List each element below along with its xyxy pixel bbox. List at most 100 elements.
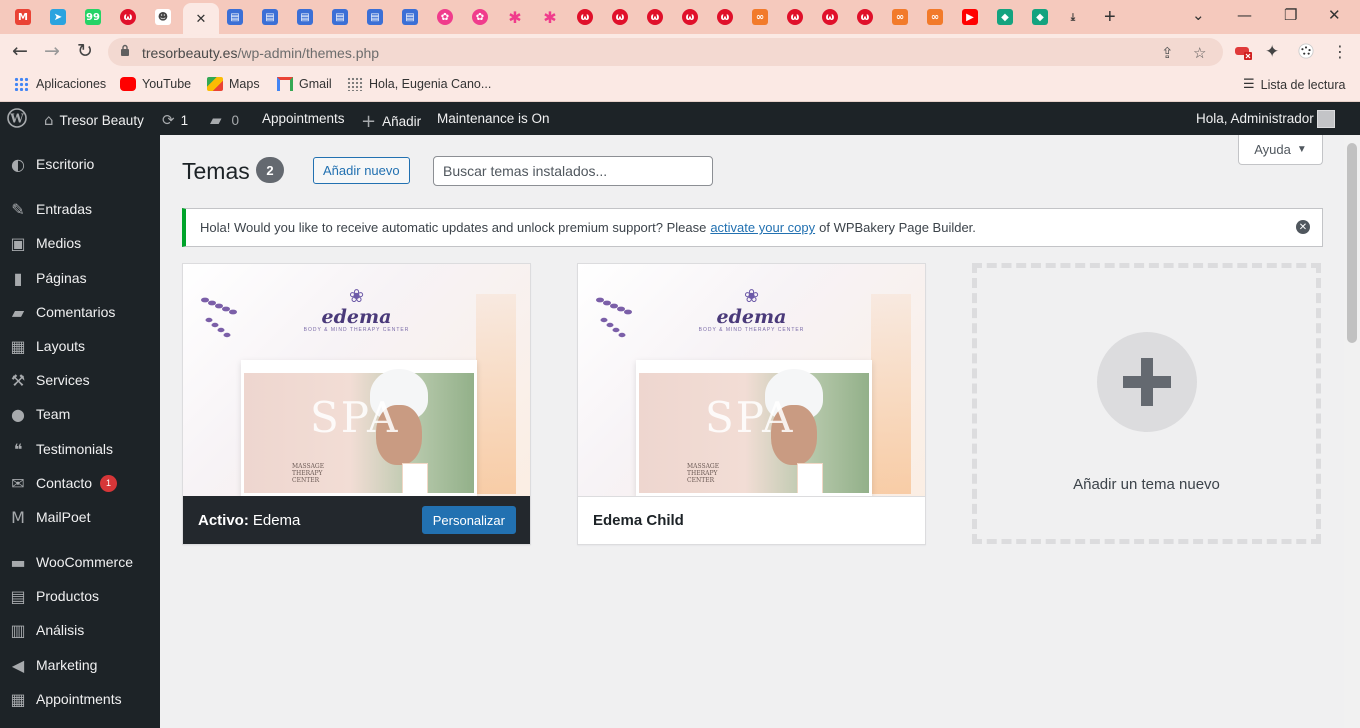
sidebar-item-productos[interactable]: ▤ Productos: [0, 579, 160, 613]
dismiss-notice-icon[interactable]: ✕: [1296, 220, 1310, 234]
scrollbar-thumb[interactable]: [1347, 143, 1357, 343]
browser-tab[interactable]: ω: [640, 4, 670, 30]
bookmark-item[interactable]: Hola, Eugenia Cano...: [347, 77, 491, 91]
sidebar-item-mailpoet[interactable]: M MailPoet: [0, 500, 160, 534]
w-app-icon: ω: [822, 9, 838, 25]
sidebar-item-contacto[interactable]: ✉ Contacto 1: [0, 466, 160, 500]
browser-tab[interactable]: ω: [605, 4, 635, 30]
maximize-icon[interactable]: ❐: [1284, 6, 1297, 24]
browser-tab[interactable]: ▤: [360, 4, 390, 30]
bookmark-item[interactable]: YouTube: [120, 77, 191, 91]
browser-tab[interactable]: ➤: [43, 4, 73, 30]
appointments-link[interactable]: Appointments: [262, 111, 345, 126]
reading-list[interactable]: ☰ Lista de lectura: [1243, 77, 1345, 92]
extension-red-icon[interactable]: [1234, 44, 1252, 60]
browser-tab[interactable]: ω: [710, 4, 740, 30]
sidebar-item-label: Marketing: [36, 657, 98, 673]
screenshot-preview: SPA MASSAGE THERAPY CENTER: [241, 360, 477, 496]
comments-link[interactable]: ▰ 0: [210, 111, 239, 129]
browser-tab[interactable]: ▤: [395, 4, 425, 30]
browser-menu-icon[interactable]: ⋮: [1332, 42, 1348, 61]
browser-tab[interactable]: ▤: [325, 4, 355, 30]
browser-tab[interactable]: ω: [815, 4, 845, 30]
sidebar-item-services[interactable]: ⚒ Services: [0, 363, 160, 397]
browser-tab[interactable]: ω: [570, 4, 600, 30]
updates-link[interactable]: ⟳ 1: [162, 111, 188, 129]
flower-icon: ✿: [437, 9, 453, 25]
maintenance-status[interactable]: Maintenance is On: [437, 111, 550, 126]
sidebar-item-analisis[interactable]: ▥ Análisis: [0, 613, 160, 647]
activate-copy-link[interactable]: activate your copy: [710, 220, 815, 235]
bookmark-item[interactable]: Gmail: [277, 77, 332, 91]
plus-icon: [1096, 332, 1197, 432]
url-text[interactable]: tresorbeauty.es/wp-admin/themes.php: [142, 45, 379, 61]
extensions-puzzle-icon[interactable]: ✦: [1265, 42, 1279, 62]
page-scrollbar[interactable]: [1344, 135, 1360, 728]
minimize-icon[interactable]: —: [1237, 6, 1252, 24]
bookmark-item[interactable]: Aplicaciones: [14, 77, 106, 91]
browser-tab[interactable]: ∞: [885, 4, 915, 30]
browser-tab[interactable]: ω: [113, 4, 143, 30]
user-greeting[interactable]: Hola, Administrador: [1196, 111, 1314, 126]
forward-icon[interactable]: →: [44, 40, 60, 62]
screenshot-caption: MASSAGE THERAPY CENTER: [292, 463, 325, 484]
browser-tab[interactable]: ∞: [745, 4, 775, 30]
browser-tab[interactable]: ▤: [290, 4, 320, 30]
add-new-theme-card[interactable]: Añadir un tema nuevo: [972, 263, 1321, 544]
sidebar-item-layouts[interactable]: ▦ Layouts: [0, 329, 160, 363]
sidebar-item-testimonials[interactable]: ❝ Testimonials: [0, 432, 160, 466]
window-close-icon[interactable]: ✕: [1328, 6, 1341, 24]
browser-tab[interactable]: M: [8, 4, 38, 30]
customize-button[interactable]: Personalizar: [421, 506, 516, 534]
sidebar-item-woocommerce[interactable]: ▬ WooCommerce: [0, 545, 160, 579]
doc-icon: ▤: [297, 9, 313, 25]
search-themes-input[interactable]: [433, 156, 713, 186]
browser-tab[interactable]: ▶: [955, 4, 985, 30]
profile-avatar-icon[interactable]: [1297, 43, 1315, 59]
browser-tab[interactable]: ✱: [500, 4, 530, 30]
browser-tab[interactable]: ◆: [990, 4, 1020, 30]
browser-tab[interactable]: ⤓: [1058, 4, 1088, 30]
sidebar-item-appointments[interactable]: ▦ Appointments: [0, 682, 160, 716]
browser-tab[interactable]: ✿: [430, 4, 460, 30]
reload-icon[interactable]: ↻: [77, 40, 93, 62]
address-bar[interactable]: tresorbeauty.es/wp-admin/themes.php ⇪ ☆: [108, 38, 1223, 66]
sidebar-item-entradas[interactable]: ✎ Entradas: [0, 192, 160, 226]
browser-tab[interactable]: ✿: [465, 4, 495, 30]
add-new-link[interactable]: + Añadir: [361, 111, 421, 132]
browser-tab[interactable]: ☻: [148, 4, 178, 30]
theme-name: Edema Child: [578, 496, 925, 544]
user-avatar[interactable]: [1317, 110, 1335, 128]
sidebar-item-escritorio[interactable]: ◐ Escritorio: [0, 147, 160, 181]
add-new-theme-button[interactable]: Añadir nuevo: [313, 157, 410, 184]
lock-icon: [121, 44, 129, 56]
bookmark-item[interactable]: Maps: [207, 77, 260, 91]
theme-card[interactable]: ❀ edema BODY & MIND THERAPY CENTER SPA M…: [577, 263, 926, 545]
browser-tab[interactable]: ω: [780, 4, 810, 30]
avatar-tab-icon: ☻: [155, 9, 171, 25]
browser-tab[interactable]: ▤: [255, 4, 285, 30]
bookmark-star-icon[interactable]: ☆: [1193, 44, 1206, 62]
sidebar-item-marketing[interactable]: ◀ Marketing: [0, 648, 160, 682]
sidebar-item-comentarios[interactable]: ▰ Comentarios: [0, 295, 160, 329]
site-name-link[interactable]: ⌂ Tresor Beauty: [44, 111, 144, 129]
help-button[interactable]: Ayuda ▼: [1238, 135, 1323, 165]
sidebar-item-paginas[interactable]: ▮ Páginas: [0, 261, 160, 295]
pin-icon: ✎: [11, 199, 25, 219]
sidebar-item-medios[interactable]: ▣ Medios: [0, 226, 160, 260]
browser-tab[interactable]: ▤: [220, 4, 250, 30]
theme-card-active[interactable]: ❀ edema BODY & MIND THERAPY CENTER SPA M…: [182, 263, 531, 545]
share-icon[interactable]: ⇪: [1161, 44, 1174, 62]
browser-tab[interactable]: ◆: [1025, 4, 1055, 30]
chevron-down-icon[interactable]: ⌄: [1192, 6, 1205, 24]
browser-tab[interactable]: ω: [850, 4, 880, 30]
browser-tab[interactable]: 99: [78, 4, 108, 30]
browser-tab[interactable]: ✱: [535, 4, 565, 30]
new-tab-button[interactable]: +: [1104, 6, 1116, 29]
back-icon[interactable]: ←: [12, 40, 28, 62]
sidebar-item-team[interactable]: ● Team: [0, 397, 160, 431]
browser-tab[interactable]: ✕: [183, 3, 219, 34]
wordpress-logo-icon[interactable]: W: [7, 108, 27, 128]
browser-tab[interactable]: ω: [675, 4, 705, 30]
browser-tab[interactable]: ∞: [920, 4, 950, 30]
